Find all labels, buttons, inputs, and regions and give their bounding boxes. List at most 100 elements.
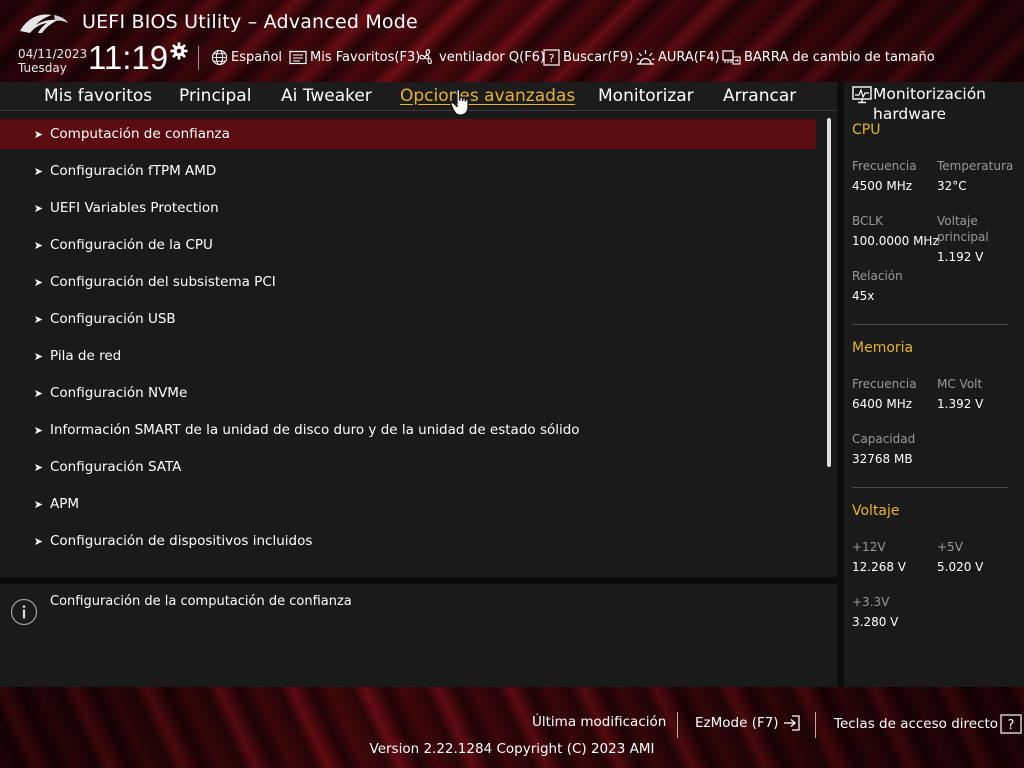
fan-icon bbox=[419, 49, 432, 65]
menu-scrollbar[interactable] bbox=[827, 118, 831, 467]
menu-item-uefi-variables[interactable]: ➤ UEFI Variables Protection bbox=[0, 193, 816, 223]
v33-value: 3.280 V bbox=[852, 615, 899, 629]
header-divider bbox=[198, 46, 199, 70]
v33-label: +3.3V bbox=[852, 595, 890, 609]
submenu-arrow-icon: ➤ bbox=[33, 238, 43, 252]
menu-item-pila-red[interactable]: ➤ Pila de red bbox=[0, 341, 816, 371]
menu-item-usb[interactable]: ➤ Configuración USB bbox=[0, 304, 816, 334]
mem-mcvolt-label: MC Volt bbox=[937, 377, 983, 391]
search-label: Buscar(F9) bbox=[563, 49, 634, 65]
menu-item-sata[interactable]: ➤ Configuración SATA bbox=[0, 452, 816, 482]
hw-cpu-heading: CPU bbox=[852, 122, 881, 138]
globe-icon bbox=[211, 49, 228, 65]
tab-favoritos[interactable]: Mis favoritos bbox=[44, 86, 152, 106]
ezmode-button[interactable]: EzMode (F7) bbox=[695, 714, 802, 732]
footer-divider bbox=[815, 712, 816, 738]
panel-divider bbox=[0, 577, 837, 584]
submenu-arrow-icon: ➤ bbox=[33, 386, 43, 400]
rog-logo bbox=[20, 14, 68, 33]
menu-item-cpu[interactable]: ➤ Configuración de la CPU bbox=[0, 230, 816, 260]
tab-arrancar[interactable]: Arrancar bbox=[723, 86, 796, 106]
aura-label: AURA(F4) bbox=[658, 49, 720, 65]
submenu-arrow-icon: ➤ bbox=[33, 201, 43, 215]
aura-button[interactable]: AURA(F4) bbox=[636, 48, 720, 66]
submenu-arrow-icon: ➤ bbox=[33, 312, 43, 326]
cpu-freq-label: Frecuencia bbox=[852, 159, 917, 173]
hw-voltage-heading: Voltaje bbox=[852, 503, 900, 519]
cpu-vcore-label-2: principal bbox=[937, 230, 989, 244]
main-tab-bar: Mis favoritos Principal Ai Tweaker Opcio… bbox=[0, 82, 837, 112]
menu-item-label: Información SMART de la unidad de disco … bbox=[50, 422, 580, 438]
svg-text:?: ? bbox=[549, 52, 555, 65]
cpu-bclk-value: 100.0000 MHz bbox=[852, 234, 939, 248]
submenu-arrow-icon: ➤ bbox=[33, 460, 43, 474]
favorites-icon bbox=[289, 50, 307, 64]
hw-memory-heading: Memoria bbox=[852, 340, 914, 356]
language-button[interactable]: Español bbox=[211, 48, 282, 66]
v12-label: +12V bbox=[852, 540, 886, 554]
submenu-arrow-icon: ➤ bbox=[33, 164, 43, 178]
last-modified-button[interactable]: Última modificación bbox=[532, 714, 666, 730]
qfan-label: ventilador Q(F6) bbox=[439, 49, 546, 65]
mem-mcvolt-value: 1.392 V bbox=[937, 397, 984, 411]
menu-item-label: Configuración fTPM AMD bbox=[50, 163, 217, 179]
search-button[interactable]: ? Buscar(F9) bbox=[543, 48, 633, 66]
submenu-arrow-icon: ➤ bbox=[33, 275, 43, 289]
hotkeys-button[interactable]: Teclas de acceso directo ? bbox=[834, 714, 1022, 734]
hand-cursor-icon bbox=[450, 88, 469, 116]
tab-principal[interactable]: Principal bbox=[179, 86, 251, 106]
last-modified-label: Última modificación bbox=[532, 714, 667, 730]
date-display: 04/11/2023 bbox=[18, 47, 88, 61]
menu-item-nvme[interactable]: ➤ Configuración NVMe bbox=[0, 378, 816, 408]
cpu-temp-value: 32°C bbox=[937, 179, 967, 193]
hotkeys-icon: ? bbox=[1000, 714, 1022, 734]
tab-ai-tweaker[interactable]: Ai Tweaker bbox=[281, 86, 372, 106]
menu-item-computacion-confianza[interactable]: ➤ Computación de confianza bbox=[0, 119, 816, 149]
day-display: Tuesday bbox=[18, 61, 67, 75]
language-label: Español bbox=[231, 49, 283, 65]
menu-item-smart[interactable]: ➤ Información SMART de la unidad de disc… bbox=[0, 415, 816, 445]
qfan-button[interactable]: ventilador Q(F6) bbox=[418, 48, 545, 66]
v12-value: 12.268 V bbox=[852, 560, 907, 574]
menu-item-pci[interactable]: ➤ Configuración del subsistema PCI bbox=[0, 267, 816, 297]
cpu-temp-label: Temperatura bbox=[937, 159, 1014, 173]
mem-freq-value: 6400 MHz bbox=[852, 397, 913, 411]
exit-icon bbox=[783, 715, 800, 731]
menu-item-label: Configuración de la CPU bbox=[50, 237, 213, 253]
tab-opciones-avanzadas[interactable]: Opciones avanzadas bbox=[400, 86, 575, 106]
cpu-vcore-label-1: Voltaje bbox=[937, 214, 978, 228]
favorites-button[interactable]: Mis Favoritos(F3) bbox=[289, 48, 420, 66]
footer-divider bbox=[677, 712, 678, 738]
menu-item-ftpm-amd[interactable]: ➤ Configuración fTPM AMD bbox=[0, 156, 816, 186]
mem-capacity-value: 32768 MB bbox=[852, 452, 913, 466]
mem-capacity-label: Capacidad bbox=[852, 432, 916, 446]
gear-icon[interactable] bbox=[170, 42, 188, 60]
menu-item-label: Computación de confianza bbox=[50, 126, 230, 142]
favorites-label: Mis Favoritos(F3) bbox=[310, 49, 421, 65]
submenu-arrow-icon: ➤ bbox=[33, 534, 43, 548]
v5-label: +5V bbox=[937, 540, 963, 554]
menu-item-apm[interactable]: ➤ APM bbox=[0, 489, 816, 519]
resize-bar-button[interactable]: BARRA de cambio de tamaño bbox=[722, 48, 935, 66]
hotkeys-label: Teclas de acceso directo bbox=[834, 716, 999, 732]
cpu-vcore-value: 1.192 V bbox=[937, 250, 984, 264]
resize-bar-icon bbox=[722, 49, 741, 65]
menu-item-label: Configuración del subsistema PCI bbox=[50, 274, 276, 290]
app-title: UEFI BIOS Utility – Advanced Mode bbox=[82, 11, 418, 33]
info-icon bbox=[10, 598, 38, 626]
hw-divider bbox=[852, 324, 1008, 325]
mem-freq-label: Frecuencia bbox=[852, 377, 917, 391]
search-help-icon: ? bbox=[543, 48, 560, 66]
menu-item-label: Configuración NVMe bbox=[50, 385, 188, 401]
menu-item-dispositivos-incluidos[interactable]: ➤ Configuración de dispositivos incluido… bbox=[0, 526, 816, 556]
submenu-arrow-icon: ➤ bbox=[33, 349, 43, 363]
tab-monitorizar[interactable]: Monitorizar bbox=[598, 86, 694, 106]
menu-item-label: Configuración SATA bbox=[50, 459, 182, 475]
resize-bar-label: BARRA de cambio de tamaño bbox=[744, 49, 935, 65]
cpu-bclk-label: BCLK bbox=[852, 214, 883, 228]
menu-item-label: UEFI Variables Protection bbox=[50, 200, 219, 216]
cpu-ratio-value: 45x bbox=[852, 289, 875, 303]
svg-text:?: ? bbox=[1008, 718, 1015, 733]
submenu-arrow-icon: ➤ bbox=[33, 127, 43, 141]
clock-display[interactable]: 11:19 bbox=[88, 38, 168, 78]
